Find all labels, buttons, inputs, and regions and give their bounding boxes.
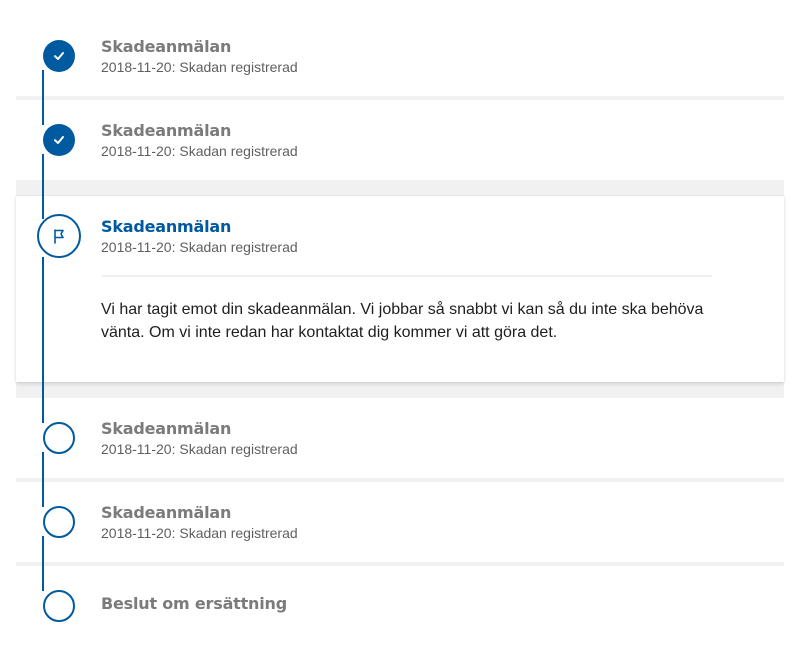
step-status-upcoming: [43, 506, 75, 538]
timeline-connector: [42, 536, 44, 591]
step-divider: [16, 96, 784, 100]
flag-icon: [54, 229, 64, 244]
step-divider: [16, 562, 784, 566]
step-title: Skadeanmälan: [101, 419, 232, 438]
step-title: Beslut om ersättning: [101, 594, 287, 613]
check-icon: [54, 52, 64, 60]
timeline-connector: [42, 154, 44, 219]
step-divider: [16, 382, 784, 398]
step-status-upcoming: [43, 590, 75, 622]
step-subtitle: 2018-11-20: Skadan registrerad: [101, 143, 298, 159]
timeline-connector: [42, 452, 44, 507]
step-subtitle: 2018-11-20: Skadan registrerad: [101, 525, 298, 541]
step-title: Skadeanmälan: [101, 503, 232, 522]
step-description: Vi har tagit emot din skadeanmälan. Vi j…: [101, 301, 704, 341]
step-subtitle: 2018-11-20: Skadan registrerad: [101, 239, 298, 255]
step-title: Skadeanmälan: [101, 217, 232, 236]
step-subtitle: 2018-11-20: Skadan registrerad: [101, 441, 298, 457]
timeline-connector: [42, 70, 44, 125]
step-status-current: [37, 214, 81, 258]
step-divider: [16, 478, 784, 482]
step-status-upcoming: [43, 422, 75, 454]
check-icon: [54, 136, 64, 144]
timeline-connector: [42, 257, 44, 423]
step-title: Skadeanmälan: [101, 37, 232, 56]
card-divider: [101, 275, 712, 277]
step-subtitle: 2018-11-20: Skadan registrerad: [101, 59, 298, 75]
step-status-done: [43, 40, 75, 72]
step-title: Skadeanmälan: [101, 121, 232, 140]
step-status-done: [43, 124, 75, 156]
step-divider: [16, 180, 784, 196]
claim-progress-timeline: Vi har tagit emot din skadeanmälan. Vi j…: [0, 0, 800, 666]
